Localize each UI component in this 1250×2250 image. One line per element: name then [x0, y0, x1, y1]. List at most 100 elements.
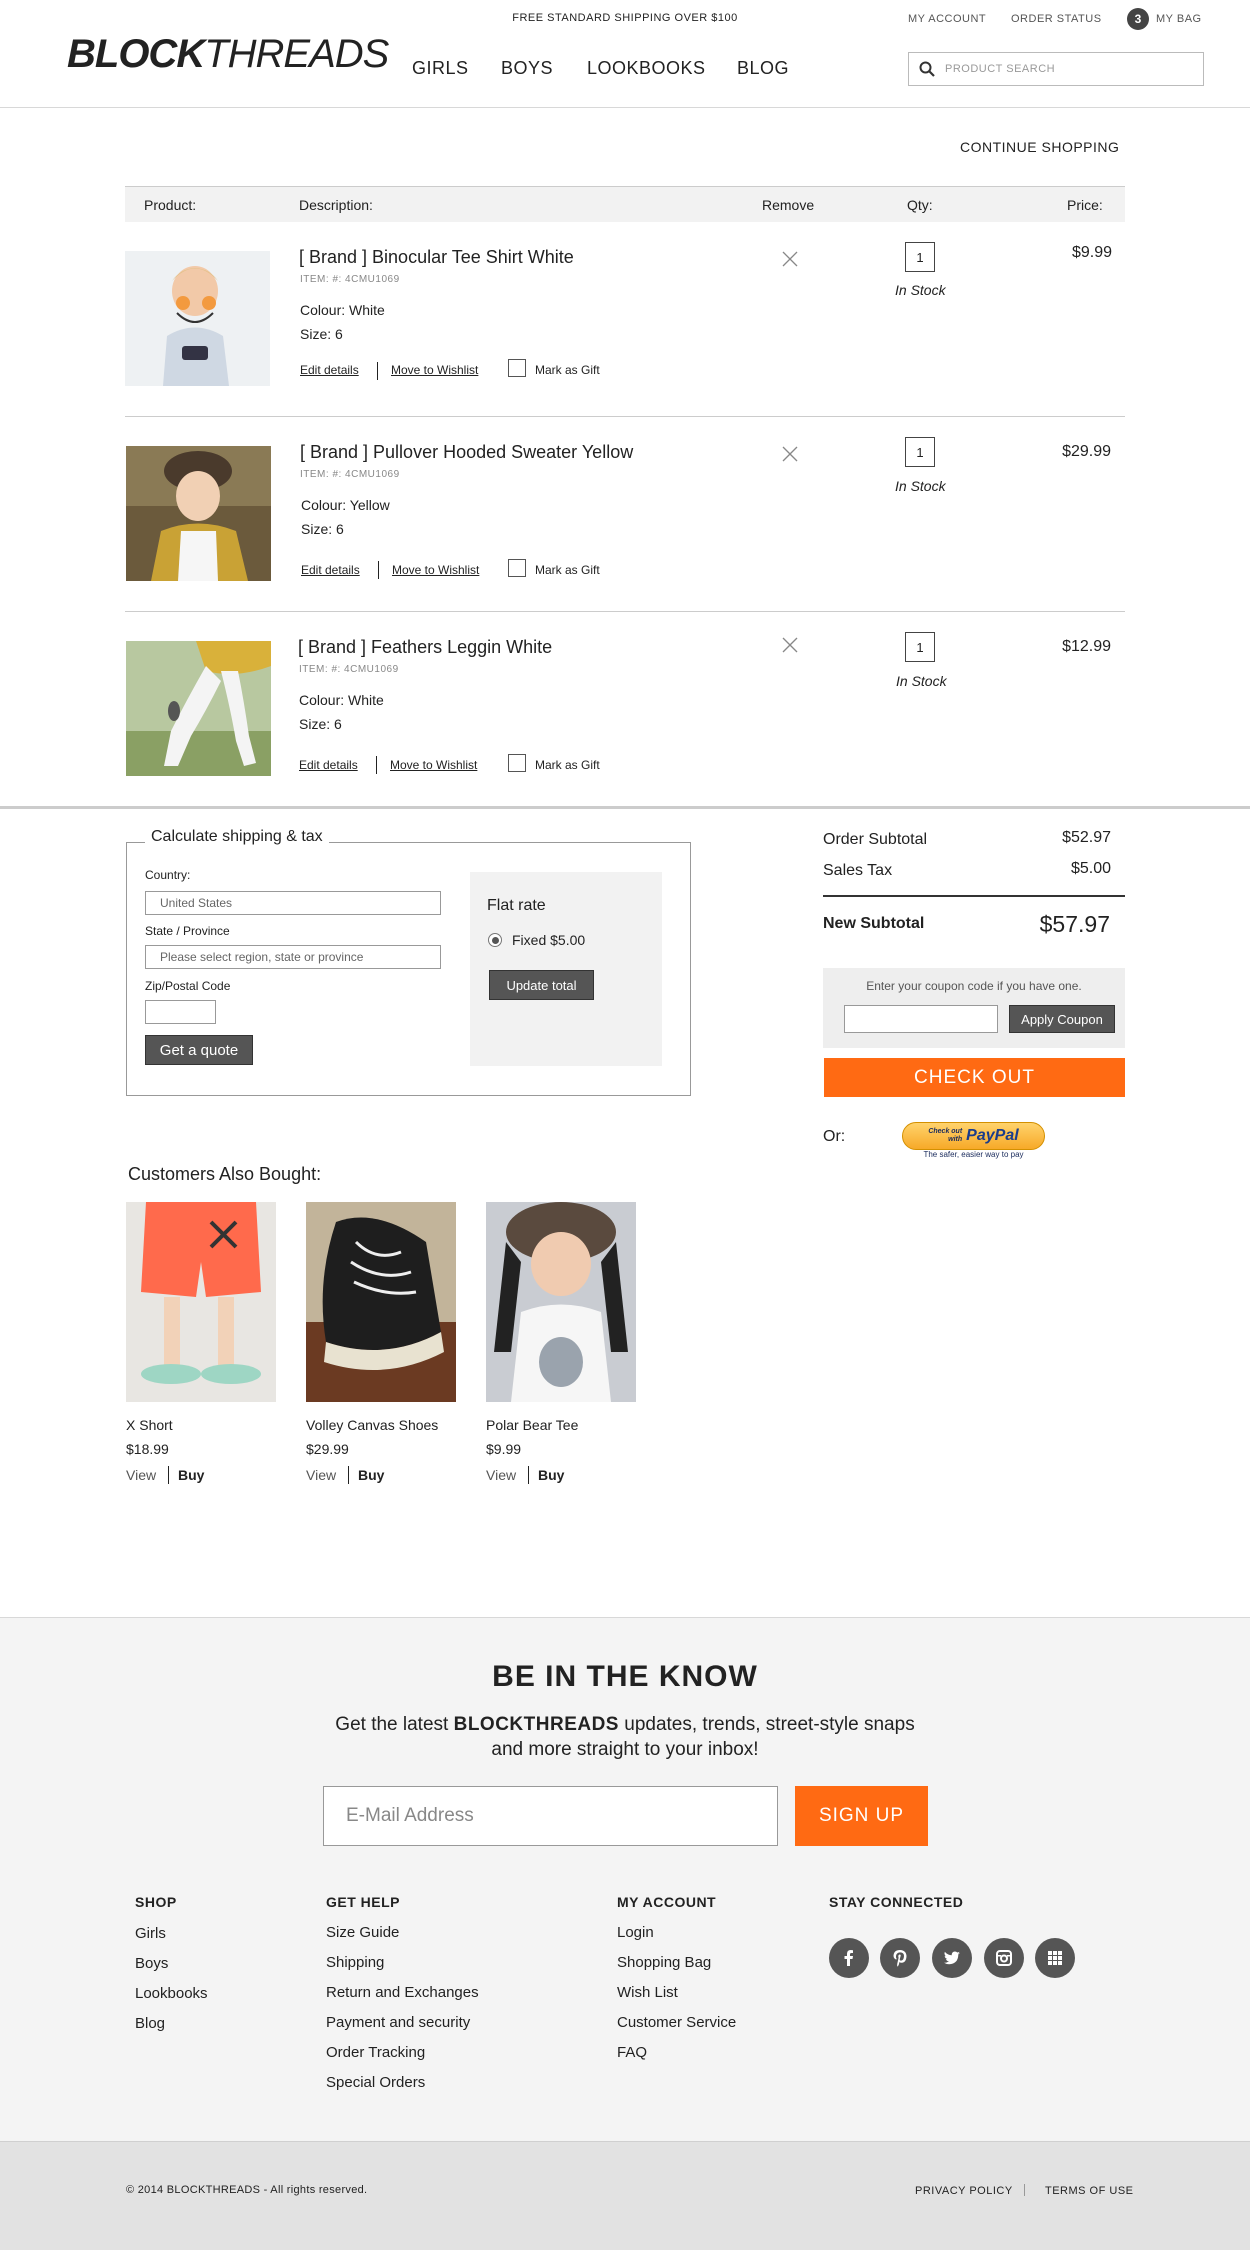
also-bought-name[interactable]: X Short: [126, 1417, 173, 1433]
quantity-input[interactable]: 1: [905, 437, 935, 467]
cart-item: [ Brand ] Binocular Tee Shirt White ITEM…: [125, 222, 1125, 416]
footer-link-returns[interactable]: Return and Exchanges: [326, 1984, 479, 2001]
mark-as-gift-checkbox[interactable]: [508, 559, 526, 577]
product-size: Size: 6: [301, 521, 344, 537]
site-header: FREE STANDARD SHIPPING OVER $100 MY ACCO…: [0, 0, 1250, 108]
nav-blog[interactable]: BLOG: [737, 58, 789, 79]
footer-link-wish-list[interactable]: Wish List: [617, 1984, 678, 2001]
zip-label: Zip/Postal Code: [145, 979, 231, 993]
footer-link-login[interactable]: Login: [617, 1924, 654, 1941]
mark-as-gift-checkbox[interactable]: [508, 359, 526, 377]
product-image[interactable]: [125, 251, 270, 386]
product-sku: ITEM: #: 4CMU1069: [300, 469, 400, 480]
fixed-rate-label: Fixed $5.00: [512, 932, 586, 948]
state-select[interactable]: Please select region, state or province: [145, 945, 441, 969]
edit-details-link[interactable]: Edit details: [299, 758, 358, 772]
product-name[interactable]: [ Brand ] Feathers Leggin White: [298, 637, 552, 658]
nav-boys[interactable]: BOYS: [501, 58, 553, 79]
also-bought-name[interactable]: Volley Canvas Shoes: [306, 1417, 438, 1433]
nav-lookbooks[interactable]: LOOKBOOKS: [587, 58, 706, 79]
move-to-wishlist-link[interactable]: Move to Wishlist: [391, 363, 478, 377]
footer-link-faq[interactable]: FAQ: [617, 2044, 647, 2061]
checkout-button[interactable]: CHECK OUT: [824, 1058, 1125, 1097]
apply-coupon-button[interactable]: Apply Coupon: [1009, 1005, 1115, 1033]
paypal-logo: PayPal: [966, 1127, 1019, 1144]
remove-icon[interactable]: [781, 636, 799, 654]
bag-count-badge: 3: [1127, 8, 1149, 30]
facebook-icon[interactable]: [829, 1938, 869, 1978]
nav-girls[interactable]: GIRLS: [412, 58, 469, 79]
signup-button[interactable]: SIGN UP: [795, 1786, 928, 1846]
view-link[interactable]: View: [126, 1467, 156, 1483]
buy-link[interactable]: Buy: [178, 1467, 204, 1483]
product-sku: ITEM: #: 4CMU1069: [299, 664, 399, 675]
product-name[interactable]: [ Brand ] Pullover Hooded Sweater Yellow: [300, 442, 633, 463]
remove-icon[interactable]: [781, 445, 799, 463]
my-account-link[interactable]: MY ACCOUNT: [908, 13, 986, 25]
also-bought-image[interactable]: [126, 1202, 276, 1402]
fixed-rate-radio[interactable]: [488, 933, 502, 947]
mark-as-gift-checkbox[interactable]: [508, 754, 526, 772]
zip-input[interactable]: [145, 1000, 216, 1024]
move-to-wishlist-link[interactable]: Move to Wishlist: [390, 758, 477, 772]
product-image[interactable]: [126, 641, 271, 776]
instagram-icon[interactable]: [984, 1938, 1024, 1978]
paypal-checkout-button[interactable]: Check out with PayPal: [902, 1122, 1045, 1150]
quantity-input[interactable]: 1: [905, 632, 935, 662]
my-bag-link[interactable]: 3 MY BAG: [1127, 8, 1202, 30]
also-bought-name[interactable]: Polar Bear Tee: [486, 1417, 578, 1433]
coupon-panel: Enter your coupon code if you have one. …: [823, 968, 1125, 1048]
grid-icon[interactable]: [1035, 1938, 1075, 1978]
footer-account-heading: MY ACCOUNT: [617, 1894, 717, 1910]
also-bought-image[interactable]: [306, 1202, 456, 1402]
product-image[interactable]: [126, 446, 271, 581]
paypal-line2: with: [948, 1136, 963, 1143]
coupon-input[interactable]: [844, 1005, 998, 1033]
buy-link[interactable]: Buy: [538, 1467, 564, 1483]
twitter-icon[interactable]: [932, 1938, 972, 1978]
stock-status: In Stock: [895, 282, 946, 298]
privacy-policy-link[interactable]: PRIVACY POLICY: [915, 2185, 1013, 2197]
footer-link-blog[interactable]: Blog: [135, 2015, 165, 2032]
remove-icon[interactable]: [781, 250, 799, 268]
link-separator: [168, 1466, 169, 1484]
paypal-line1: Check out: [928, 1128, 963, 1135]
move-to-wishlist-link[interactable]: Move to Wishlist: [392, 563, 479, 577]
country-select[interactable]: United States: [145, 891, 441, 915]
footer-link-payment[interactable]: Payment and security: [326, 2014, 470, 2031]
update-total-button[interactable]: Update total: [489, 970, 594, 1000]
terms-of-use-link[interactable]: TERMS OF USE: [1045, 2185, 1134, 2197]
site-logo[interactable]: BLOCKTHREADS: [67, 34, 389, 74]
shipping-title: Calculate shipping & tax: [145, 828, 329, 846]
pinterest-icon[interactable]: [880, 1938, 920, 1978]
footer-link-shipping[interactable]: Shipping: [326, 1954, 384, 1971]
footer-link-order-tracking[interactable]: Order Tracking: [326, 2044, 425, 2061]
footer-link-girls[interactable]: Girls: [135, 1925, 166, 1942]
email-input[interactable]: E-Mail Address: [323, 1786, 778, 1846]
newsletter-text: and more straight to your inbox!: [491, 1739, 759, 1760]
product-name[interactable]: [ Brand ] Binocular Tee Shirt White: [299, 247, 574, 268]
buy-link[interactable]: Buy: [358, 1467, 384, 1483]
search-input[interactable]: PRODUCT SEARCH: [908, 52, 1204, 86]
footer-link-special-orders[interactable]: Special Orders: [326, 2074, 425, 2091]
quantity-input[interactable]: 1: [905, 242, 935, 272]
cart-item: [ Brand ] Pullover Hooded Sweater Yellow…: [125, 417, 1125, 611]
order-status-link[interactable]: ORDER STATUS: [1011, 13, 1102, 25]
paypal-checkout-text: Check out with: [928, 1128, 962, 1144]
also-bought-image[interactable]: [486, 1202, 636, 1402]
footer-link-size-guide[interactable]: Size Guide: [326, 1924, 399, 1941]
footer-link-customer-service[interactable]: Customer Service: [617, 2014, 736, 2031]
view-link[interactable]: View: [306, 1467, 336, 1483]
footer-link-boys[interactable]: Boys: [135, 1955, 168, 1972]
view-link[interactable]: View: [486, 1467, 516, 1483]
footer-link-shopping-bag[interactable]: Shopping Bag: [617, 1954, 711, 1971]
footer-link-separator: [1024, 2184, 1025, 2196]
also-bought-price: $9.99: [486, 1441, 522, 1457]
get-quote-button[interactable]: Get a quote: [145, 1035, 253, 1065]
newsletter-subtitle: Get the latest BLOCKTHREADS updates, tre…: [0, 1712, 1250, 1762]
footer-link-lookbooks[interactable]: Lookbooks: [135, 1985, 208, 2002]
edit-details-link[interactable]: Edit details: [301, 563, 360, 577]
continue-shopping-link[interactable]: CONTINUE SHOPPING: [960, 139, 1119, 155]
edit-details-link[interactable]: Edit details: [300, 363, 359, 377]
also-bought-price: $29.99: [306, 1441, 349, 1457]
